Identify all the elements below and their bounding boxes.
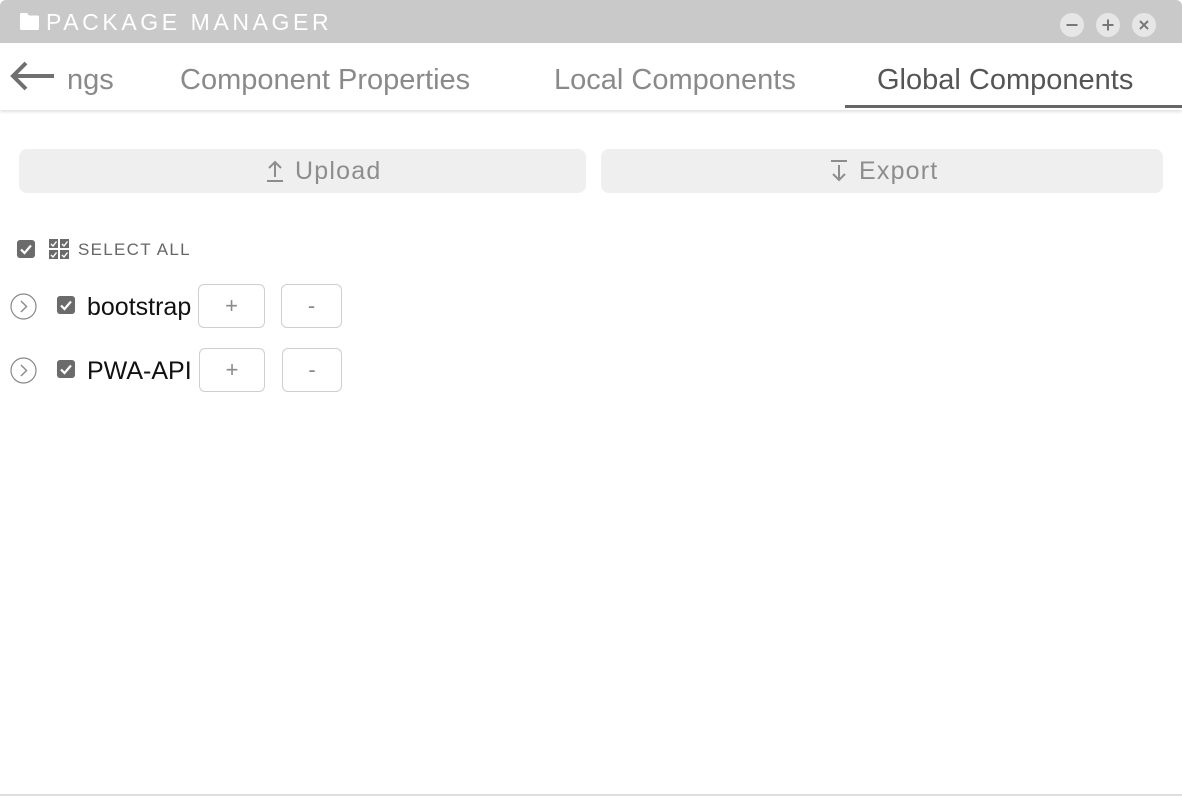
maximize-icon: [1102, 19, 1114, 31]
package-row: PWA-API + -: [0, 348, 400, 394]
upload-label: Upload: [295, 156, 382, 185]
active-tab-indicator: [845, 105, 1182, 108]
add-version-button[interactable]: +: [199, 348, 265, 392]
export-button[interactable]: Export: [601, 149, 1163, 193]
minimize-icon: [1066, 24, 1078, 26]
checkmark-icon: [20, 244, 32, 255]
export-icon: [831, 160, 847, 182]
tab-global-components[interactable]: Global Components: [877, 63, 1133, 97]
close-button[interactable]: [1132, 13, 1156, 37]
package-checkbox[interactable]: [57, 296, 75, 314]
checkmark-icon: [60, 364, 72, 375]
select-all-label[interactable]: SELECT ALL: [78, 241, 191, 259]
remove-version-button[interactable]: -: [281, 284, 342, 328]
package-checkbox[interactable]: [57, 360, 75, 378]
upload-icon: [267, 160, 283, 182]
checkmark-icon: [60, 300, 72, 311]
package-name: PWA-API: [87, 357, 192, 385]
package-row: bootstrap + -: [0, 284, 400, 330]
folder-icon: [19, 12, 40, 31]
title-bar[interactable]: PACKAGE MANAGER: [0, 0, 1182, 43]
add-version-button[interactable]: +: [198, 284, 265, 328]
expand-chevron-icon[interactable]: [10, 293, 37, 320]
select-all-checkbox[interactable]: [17, 240, 35, 258]
window-title: PACKAGE MANAGER: [46, 9, 333, 35]
minimize-button[interactable]: [1060, 13, 1084, 37]
close-icon: [1139, 20, 1149, 30]
maximize-button[interactable]: [1096, 13, 1120, 37]
select-all-icon: [48, 238, 70, 260]
tab-settings[interactable]: ngs: [67, 63, 114, 97]
export-label: Export: [859, 156, 939, 185]
expand-chevron-icon[interactable]: [10, 357, 37, 384]
upload-button[interactable]: Upload: [19, 149, 586, 193]
package-manager-window: PACKAGE MANAGER ngs Component Properties…: [0, 0, 1182, 796]
tab-component-properties[interactable]: Component Properties: [180, 63, 470, 97]
package-name: bootstrap: [87, 293, 192, 321]
tab-local-components[interactable]: Local Components: [554, 63, 796, 97]
tab-bar: ngs Component Properties Local Component…: [0, 43, 1182, 110]
back-arrow-icon[interactable]: [8, 59, 56, 93]
remove-version-button[interactable]: -: [282, 348, 342, 392]
